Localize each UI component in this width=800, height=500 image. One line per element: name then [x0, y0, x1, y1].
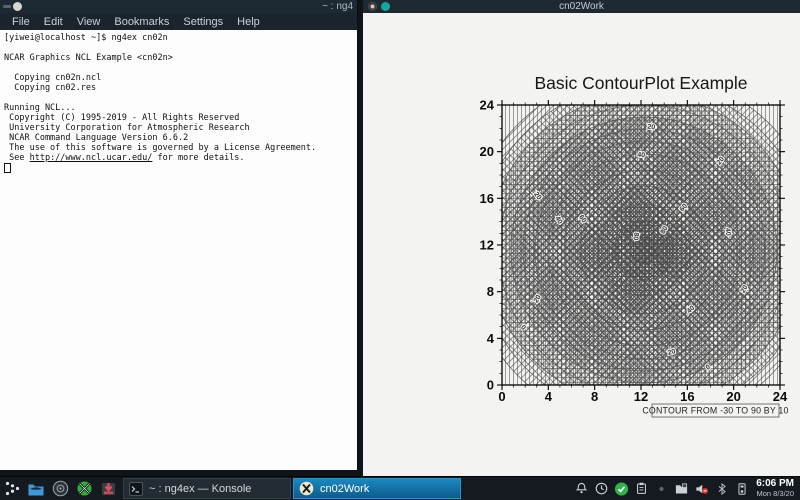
terminal-line: Copying cn02n.ncl [4, 73, 357, 83]
x11-icon [299, 481, 314, 496]
window-title: ~ : ng4 [322, 1, 353, 12]
menu-item-settings[interactable]: Settings [178, 16, 228, 28]
window-title: cn02Work [363, 1, 800, 12]
terminal-line [4, 93, 357, 103]
application-launcher-icon[interactable] [3, 480, 21, 498]
terminal-line [4, 43, 357, 53]
menu-item-help[interactable]: Help [232, 16, 265, 28]
contour-label: 40 [724, 228, 732, 236]
chart-title: Basic ContourPlot Example [534, 73, 747, 93]
status-dim-icon[interactable] [654, 481, 669, 496]
y-tick-label: 20 [480, 144, 494, 159]
contour-label: 20 [647, 124, 656, 132]
x-tick-label: 16 [680, 389, 694, 404]
clock-date: Mon 8/3/20 [756, 489, 794, 499]
y-tick-label: 0 [487, 378, 494, 393]
system-tray [574, 481, 756, 496]
device-notifier-icon[interactable] [674, 481, 689, 496]
contour-label: 40 [637, 152, 645, 160]
x-tick-label: 8 [591, 389, 598, 404]
menu-item-view[interactable]: View [72, 16, 106, 28]
media-device-icon[interactable] [734, 481, 749, 496]
x-tick-label: 24 [773, 389, 788, 404]
window-close-button[interactable] [13, 2, 22, 11]
y-tick-label: 12 [480, 238, 494, 253]
task-label: cn02Work [320, 483, 369, 495]
terminal-line [4, 63, 357, 73]
x-tick-label: 4 [545, 389, 553, 404]
terminal-line: NCAR Graphics NCL Example <cn02n> [4, 53, 357, 63]
updates-ok-icon[interactable] [614, 481, 629, 496]
terminal-line: NCAR Command Language Version 6.6.2 [4, 133, 357, 143]
plot-titlebar[interactable]: cn02Work [363, 0, 800, 13]
clipboard-icon[interactable] [634, 481, 649, 496]
volume-muted-icon[interactable] [694, 481, 709, 496]
notifications-bell-icon[interactable] [574, 481, 589, 496]
terminal-line: University Corporation for Atmospheric R… [4, 123, 357, 133]
menu-item-edit[interactable]: Edit [39, 16, 68, 28]
digital-clock[interactable]: 6:06 PM Mon 8/3/20 [756, 479, 800, 499]
plot-window: cn02Work [363, 0, 800, 477]
terminal-link[interactable]: http://www.ncl.ucar.edu/ [30, 153, 153, 163]
quick-launchers [0, 480, 123, 498]
y-tick-label: 24 [480, 98, 495, 113]
bluetooth-icon[interactable] [714, 481, 729, 496]
y-tick-label: 8 [487, 284, 494, 299]
terminal-cursor [4, 163, 11, 173]
terminal-line: Running NCL... [4, 103, 357, 113]
terminal-line: See http://www.ncl.ucar.edu/ for more de… [4, 153, 357, 163]
contour-band [630, 236, 658, 264]
disc-player-icon[interactable] [51, 480, 69, 498]
menu-item-bookmarks[interactable]: Bookmarks [109, 16, 174, 28]
x-tick-label: 12 [634, 389, 648, 404]
terminal-line: [yiwei@localhost ~]$ ng4ex cn02n [4, 33, 357, 43]
terminal-output[interactable]: [yiwei@localhost ~]$ ng4ex cn02n NCAR Gr… [0, 30, 357, 470]
clock-tray-icon[interactable] [594, 481, 609, 496]
konsole-titlebar[interactable]: ~ : ng4 [0, 0, 357, 13]
task-label: ~ : ng4ex — Konsole [149, 483, 251, 495]
file-manager-icon[interactable] [27, 480, 45, 498]
terminal-line: Copyright (C) 1995-2019 - All Rights Res… [4, 113, 357, 123]
menu-item-file[interactable]: File [7, 16, 35, 28]
konsole-icon [129, 482, 143, 496]
window-menu-icon[interactable] [3, 5, 11, 8]
terminal-line: Copying cn02.res [4, 83, 357, 93]
task-button-cn02work[interactable]: cn02Work [293, 478, 461, 499]
clock-time: 6:06 PM [756, 479, 794, 489]
menu-bar: File Edit ViewBookmarks Settings Help [0, 13, 357, 30]
contour-label: 80 [631, 232, 639, 241]
y-tick-label: 16 [480, 191, 494, 206]
task-button--ng4ex-konsole[interactable]: ~ : ng4ex — Konsole [123, 478, 291, 499]
game-icon[interactable] [75, 480, 93, 498]
contour-plot-canvas: 0 4 8 12 16 20 24 0 4 8 12 16 20 24 Basic ContourPlot … [363, 13, 800, 477]
terminal-line: The use of this software is governed by … [4, 143, 357, 153]
konsole-window: ~ : ng4 File Edit ViewBookmarks Settings Hel… [0, 0, 358, 470]
task-manager: ~ : ng4ex — Konsole cn02Work [123, 478, 463, 499]
y-tick-label: 4 [487, 331, 495, 346]
taskbar-panel: ~ : ng4ex — Konsole cn02Work 6:06 PM Mon … [0, 476, 800, 500]
contour-info-label: CONTOUR FROM -30 TO 90 BY 10 [642, 406, 788, 416]
package-installer-icon[interactable] [99, 480, 117, 498]
x-tick-label: 20 [726, 389, 740, 404]
x-tick-label: 0 [498, 389, 505, 404]
